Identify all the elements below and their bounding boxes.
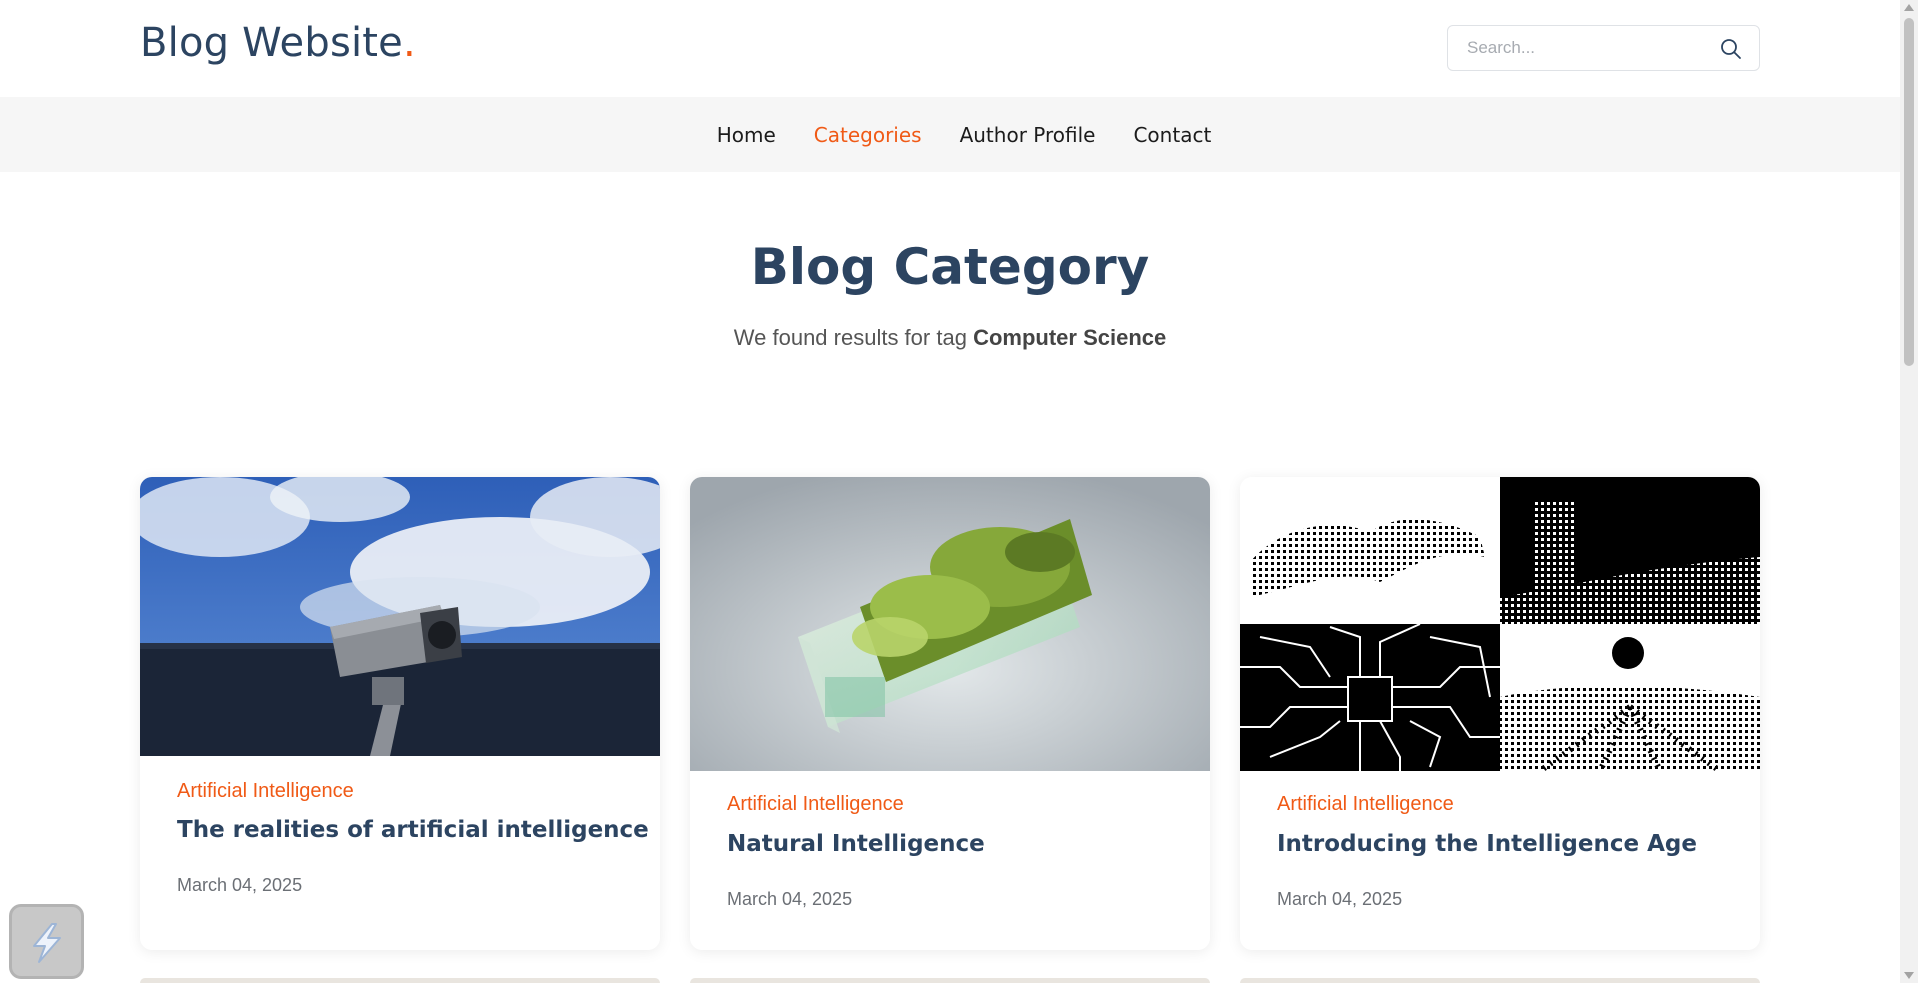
nav-item-categories[interactable]: Categories xyxy=(814,123,922,147)
post-title[interactable]: Introducing the Intelligence Age xyxy=(1277,831,1697,857)
page-scrollbar[interactable] xyxy=(1900,0,1918,983)
post-card-peek xyxy=(140,978,660,983)
post-image-security-camera[interactable] xyxy=(140,477,660,756)
logo-dot: . xyxy=(403,20,416,66)
nav-item-home[interactable]: Home xyxy=(717,123,776,147)
scroll-up-arrow[interactable] xyxy=(1904,4,1914,11)
tag-name: Computer Science xyxy=(973,325,1167,350)
lightning-widget-icon xyxy=(33,923,61,963)
post-title[interactable]: The realities of artificial intelligence xyxy=(177,817,649,843)
post-date: March 04, 2025 xyxy=(1277,889,1403,909)
post-image-pixel-collage[interactable] xyxy=(1240,477,1760,771)
logo-text: Blog Website xyxy=(140,20,403,66)
main-nav: Home Categories Author Profile Contact xyxy=(0,97,1900,172)
post-date: March 04, 2025 xyxy=(177,875,303,895)
search-box xyxy=(1447,25,1760,71)
post-card[interactable]: Artificial Intelligence Natural Intellig… xyxy=(690,477,1210,950)
site-logo[interactable]: Blog Website. xyxy=(140,20,416,66)
scroll-thumb[interactable] xyxy=(1904,18,1914,366)
search-icon[interactable] xyxy=(1719,37,1743,61)
post-card-peek xyxy=(690,978,1210,983)
results-subtitle: We found results for tag Computer Scienc… xyxy=(0,325,1900,351)
lightning-widget-button[interactable] xyxy=(9,904,84,979)
search-input[interactable] xyxy=(1449,27,1699,69)
nav-item-author-profile[interactable]: Author Profile xyxy=(960,123,1096,147)
subtitle-text: We found results for tag xyxy=(733,325,967,350)
post-image-mossy-glass[interactable] xyxy=(690,477,1210,771)
post-card[interactable]: Artificial Intelligence Introducing the … xyxy=(1240,477,1760,950)
post-category[interactable]: Artificial Intelligence xyxy=(727,793,904,816)
post-date: March 04, 2025 xyxy=(727,889,853,909)
nav-item-contact[interactable]: Contact xyxy=(1133,123,1211,147)
scroll-down-arrow[interactable] xyxy=(1904,972,1914,979)
post-card-peek xyxy=(1240,978,1760,983)
site-header: Blog Website. xyxy=(0,0,1900,97)
post-category[interactable]: Artificial Intelligence xyxy=(1277,793,1454,816)
post-card[interactable]: Artificial Intelligence The realities of… xyxy=(140,477,660,950)
post-title[interactable]: Natural Intelligence xyxy=(727,831,985,857)
page-title: Blog Category xyxy=(750,238,1150,296)
post-category[interactable]: Artificial Intelligence xyxy=(177,780,354,803)
